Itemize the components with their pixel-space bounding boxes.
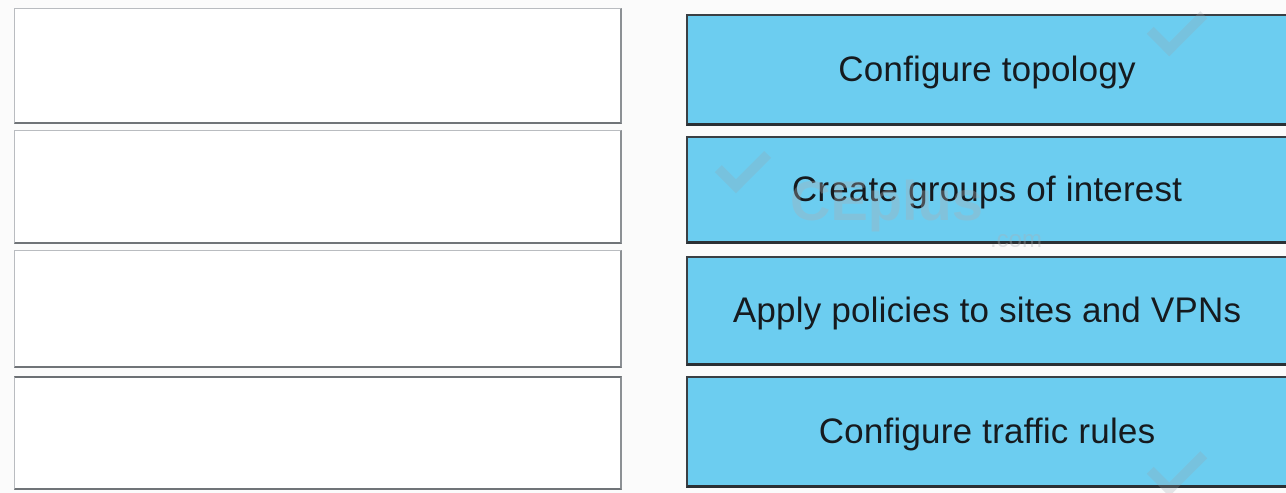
option-configure-topology[interactable]: Configure topology (686, 14, 1286, 126)
option-apply-policies[interactable]: Apply policies to sites and VPNs (686, 256, 1286, 366)
option-label: Apply policies to sites and VPNs (732, 290, 1242, 330)
answer-slot-2[interactable] (14, 130, 622, 244)
option-label: Configure topology (838, 49, 1136, 89)
option-label: Create groups of interest (791, 169, 1183, 209)
drag-drop-question: Configure topology Create groups of inte… (0, 0, 1286, 493)
answer-slot-1[interactable] (14, 8, 622, 124)
option-label: Configure traffic rules (818, 411, 1156, 451)
answer-slot-3[interactable] (14, 250, 622, 368)
option-create-groups-of-interest[interactable]: Create groups of interest (686, 136, 1286, 244)
option-configure-traffic-rules[interactable]: Configure traffic rules (686, 376, 1286, 488)
answer-slot-4[interactable] (14, 376, 622, 490)
